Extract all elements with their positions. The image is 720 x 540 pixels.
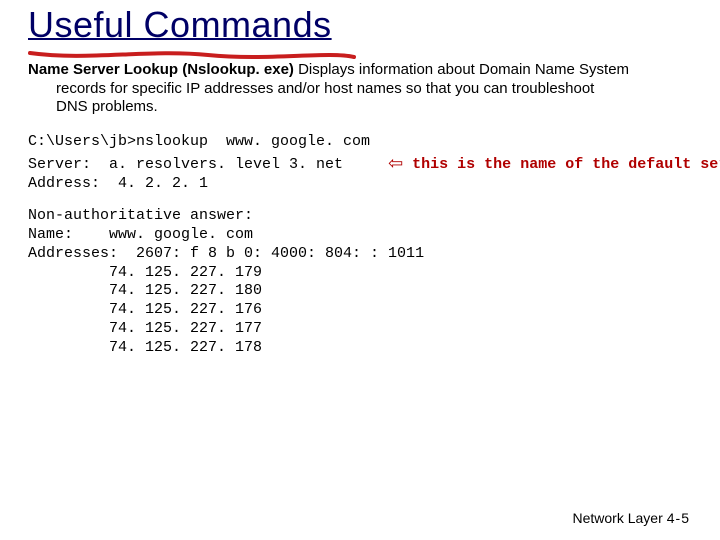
arrow-left-icon: ⇦ [388, 152, 403, 175]
footer-section: Network Layer [573, 510, 663, 526]
title-wrap: Useful Commands [28, 6, 332, 47]
slide-title: Useful Commands [28, 6, 332, 47]
description-paragraph: Name Server Lookup (Nslookup. exe) Displ… [28, 61, 692, 117]
cmd-line-1: C:\Users\jb>nslookup www. google. com [28, 133, 370, 150]
description-text-3: DNS problems. [28, 98, 692, 117]
cmd-line-2-prefix: Server: a. resolvers. level 3. net [28, 156, 388, 173]
answer-block: Non-authoritative answer: Name: www. goo… [28, 207, 692, 357]
slide-footer: Network Layer4-5 [573, 510, 691, 526]
description-text-2: records for specific IP addresses and/or… [28, 80, 692, 99]
command-block: C:\Users\jb>nslookup www. google. com Se… [28, 133, 692, 193]
ans-line-6: 74. 125. 227. 176 [28, 301, 262, 318]
ans-line-2: Name: www. google. com [28, 226, 253, 243]
ans-line-5: 74. 125. 227. 180 [28, 282, 262, 299]
cmd-annotation: this is the name of the default server [412, 156, 720, 173]
cmd-line-3: Address: 4. 2. 2. 1 [28, 175, 208, 192]
ans-line-7: 74. 125. 227. 177 [28, 320, 262, 337]
description-bold: Name Server Lookup (Nslookup. exe) [28, 61, 294, 78]
ans-line-4: 74. 125. 227. 179 [28, 264, 262, 281]
slide: Useful Commands Name Server Lookup (Nslo… [0, 0, 720, 540]
footer-page-number: 4-5 [667, 510, 690, 526]
description-text-1: Displays information about Domain Name S… [294, 61, 629, 78]
ans-line-8: 74. 125. 227. 178 [28, 339, 262, 356]
ans-line-3: Addresses: 2607: f 8 b 0: 4000: 804: : 1… [28, 245, 424, 262]
ans-line-1: Non-authoritative answer: [28, 207, 253, 224]
